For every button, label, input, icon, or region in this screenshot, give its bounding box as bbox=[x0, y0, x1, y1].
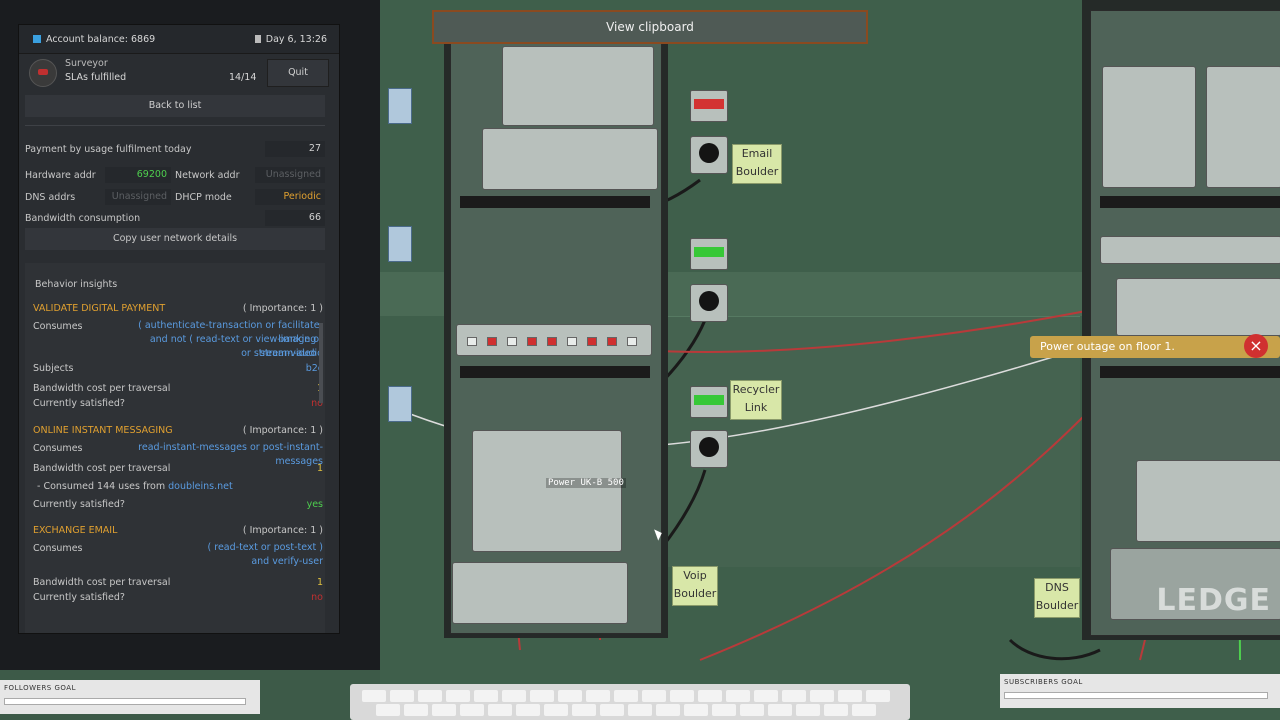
sla-label: SLAs fulfilled bbox=[65, 72, 127, 83]
dhcp-mode: Periodic bbox=[255, 189, 325, 205]
patch-panel-right[interactable] bbox=[1116, 278, 1280, 336]
copy-network-details-button[interactable]: Copy user network details bbox=[25, 228, 325, 250]
network-switch-right[interactable] bbox=[1100, 236, 1280, 264]
power-socket[interactable] bbox=[690, 136, 728, 174]
tag-voip-boulder[interactable]: Voip Boulder bbox=[672, 566, 718, 606]
switch-indicator[interactable] bbox=[690, 90, 728, 122]
behavior-exchange-email: EXCHANGE EMAIL ( Importance: 1 ) Consume… bbox=[33, 525, 323, 603]
terminal-screen: Account balance: 6869 Day 6, 13:26 Surve… bbox=[18, 24, 340, 634]
user-header: Surveyor SLAs fulfilled 14/14 Quit bbox=[19, 55, 339, 89]
power-unit-top[interactable] bbox=[502, 46, 654, 126]
insights-scrollbar[interactable] bbox=[319, 323, 323, 403]
wire bbox=[699, 379, 1121, 661]
insights-title: Behavior insights bbox=[35, 279, 118, 290]
divider bbox=[25, 125, 325, 126]
ledge-server[interactable]: LEDGE bbox=[1110, 548, 1280, 620]
power-unit-right-2[interactable] bbox=[1206, 66, 1280, 188]
switch-indicator[interactable] bbox=[690, 386, 728, 418]
power-unit-right-1[interactable] bbox=[1102, 66, 1196, 188]
network-address: Unassigned bbox=[255, 167, 325, 183]
bandwidth-value: 66 bbox=[265, 210, 325, 226]
rack-shelf bbox=[1100, 196, 1280, 208]
dns-address: Unassigned bbox=[105, 189, 171, 205]
behavior-validate-digital-payment: VALIDATE DIGITAL PAYMENT ( Importance: 1… bbox=[33, 303, 323, 409]
wire bbox=[1008, 638, 1101, 661]
quit-button[interactable]: Quit bbox=[267, 59, 329, 87]
view-clipboard-button[interactable]: View clipboard bbox=[432, 10, 868, 44]
tag-recycler-link[interactable]: Recycler Link bbox=[730, 380, 782, 420]
game-scene: Power UK-B 500 Email Boulder Recycler Li… bbox=[0, 0, 1280, 720]
terminal-monitor: Account balance: 6869 Day 6, 13:26 Surve… bbox=[0, 0, 380, 670]
sla-count: 14/14 bbox=[229, 72, 257, 83]
power-outage-notice: Power outage on floor 1. bbox=[1030, 336, 1280, 358]
balance-icon bbox=[33, 35, 41, 43]
doubleins-link[interactable]: doubleins.net bbox=[168, 481, 233, 492]
dns-row: DNS addrs Unassigned DHCP mode Periodic bbox=[25, 189, 325, 207]
avatar bbox=[29, 59, 57, 87]
power-unit-bottom[interactable] bbox=[472, 430, 622, 552]
user-name: Surveyor bbox=[65, 58, 108, 69]
wall-tile bbox=[388, 88, 412, 124]
tag-dns-boulder[interactable]: DNS Boulder bbox=[1034, 578, 1080, 618]
game-day-time: Day 6, 13:26 bbox=[265, 34, 327, 45]
account-balance: Account balance: 6869 bbox=[46, 34, 156, 45]
subscribers-progress bbox=[1004, 692, 1268, 699]
rack-shelf bbox=[460, 196, 650, 208]
status-bar: Account balance: 6869 Day 6, 13:26 bbox=[19, 25, 339, 54]
power-socket[interactable] bbox=[690, 284, 728, 322]
power-unit-label: Power UK-B 500 bbox=[546, 478, 626, 488]
boulder-server-bottom[interactable] bbox=[452, 562, 628, 624]
payment-value: 27 bbox=[265, 141, 325, 157]
network-switch[interactable] bbox=[456, 324, 652, 356]
wall-tile bbox=[388, 386, 412, 422]
bandwidth-row: Bandwidth consumption 66 bbox=[25, 210, 325, 228]
address-row: Hardware addr 69200 Network addr Unassig… bbox=[25, 167, 325, 185]
behavior-insights-panel: Behavior insights VALIDATE DIGITAL PAYME… bbox=[25, 263, 325, 633]
ledge-brand: LEDGE bbox=[1156, 583, 1271, 618]
switch-indicator[interactable] bbox=[690, 238, 728, 270]
wall-tile bbox=[388, 226, 412, 262]
behavior-online-instant-messaging: ONLINE INSTANT MESSAGING ( Importance: 1… bbox=[33, 425, 323, 510]
boulder-server-right[interactable] bbox=[1136, 460, 1280, 542]
close-icon[interactable]: × bbox=[1244, 334, 1268, 358]
power-socket[interactable] bbox=[690, 430, 728, 468]
boulder-server-top[interactable] bbox=[482, 128, 658, 190]
payment-row: Payment by usage fulfilment today 27 bbox=[25, 141, 325, 159]
hourglass-icon bbox=[254, 35, 261, 43]
followers-progress bbox=[4, 698, 246, 705]
keyboard bbox=[350, 684, 910, 720]
followers-goal-overlay: FOLLOWERS GOAL bbox=[0, 680, 260, 714]
hardware-address: 69200 bbox=[105, 167, 171, 183]
tag-email-boulder[interactable]: Email Boulder bbox=[732, 144, 782, 184]
rack-shelf bbox=[1100, 366, 1280, 378]
back-to-list-button[interactable]: Back to list bbox=[25, 95, 325, 117]
subscribers-goal-overlay: SUBSCRIBERS GOAL bbox=[1000, 674, 1280, 708]
rack-shelf bbox=[460, 366, 650, 378]
